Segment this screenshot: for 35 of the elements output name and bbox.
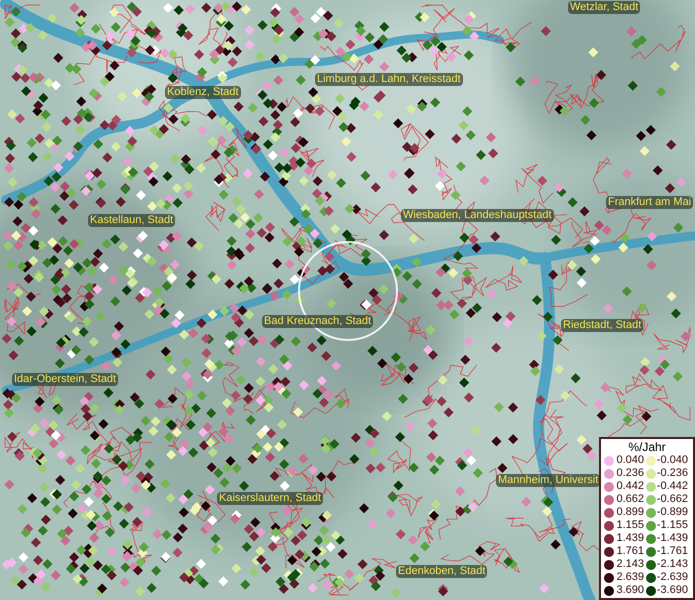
legend-value: 1.439 [615,532,644,545]
place-label: Wetzlar, Stadt [568,1,640,14]
place-label: Frankfurt am Mai [606,196,694,209]
legend-value: 0.662 [615,493,644,506]
place-label: Idar-Oberstein, Stadt [12,373,118,386]
place-label: Limburg a.d. Lahn, Kreisstadt [315,73,463,86]
legend-value: 2.639 [615,571,644,584]
legend-value: 3.690 [615,584,644,597]
legend-value: -3.690 [656,584,688,597]
legend-value: 1.155 [615,519,644,532]
legend-value: 0.442 [615,480,644,493]
place-label: Edenkoben, Stadt [396,565,488,578]
legend-value: -0.040 [656,454,688,467]
legend-value: -0.442 [656,480,688,493]
legend-value: 1.761 [615,545,644,558]
legend-value: 0.899 [615,506,644,519]
legend-value: -1.155 [656,519,688,532]
place-label: Mannheim, Universit [496,474,600,487]
legend-value: -0.662 [656,493,688,506]
legend-value: 2.143 [615,558,644,571]
legend-value: -0.899 [656,506,688,519]
place-label: Kaiserslautern, Stadt [217,492,324,505]
legend-value: -2.639 [656,571,688,584]
legend-value: 0.040 [615,454,644,467]
place-label: Riedstadt, Stadt [561,319,644,332]
legend-value: -0.236 [656,467,688,480]
place-label: Bad Kreuznach, Stadt [262,315,374,328]
legend-value: -1.439 [656,532,688,545]
legend-title: %/Jahr [627,440,667,454]
place-label: Koblenz, Stadt [165,86,241,99]
legend-value: -1.761 [656,545,688,558]
place-label: Kastellaun, Stadt [88,214,176,227]
place-label: Wiesbaden, Landeshauptstadt [401,209,554,222]
legend-value: -2.143 [656,558,688,571]
legend-value: 0.236 [615,467,644,480]
